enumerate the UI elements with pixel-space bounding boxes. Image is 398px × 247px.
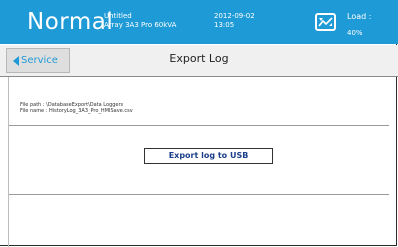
date-time: 2012-09-02 13:05 [214, 12, 255, 30]
page-title: Export Log [169, 52, 229, 65]
device-name: Untitled [104, 12, 132, 20]
content-divider-top [9, 125, 389, 126]
device-info: Untitled Array 3A3 Pro 60kVA [104, 12, 176, 30]
operating-mode: Normal [27, 9, 114, 35]
file-info: File path : \DatabaseExport\Data Loggers… [20, 102, 133, 114]
status-header: Normal Untitled Array 3A3 Pro 60kVA 2012… [0, 0, 398, 44]
date-text: 2012-09-02 [214, 12, 255, 20]
device-model: Array 3A3 Pro 60kVA [104, 21, 177, 29]
content-divider-bottom [9, 194, 389, 195]
load-value: 40% [347, 29, 363, 37]
load-indicator: Load : 40% [347, 12, 371, 38]
load-gauge-icon [315, 13, 336, 31]
time-text: 13:05 [214, 21, 235, 29]
content-left-border [8, 77, 9, 247]
export-log-usb-button[interactable]: Export log to USB [144, 148, 273, 164]
nav-bar: Service Export Log [0, 45, 398, 77]
load-label: Load : [347, 12, 372, 21]
file-name-text: File name : HistoryLog_3A3_Pro_HMISave.c… [20, 108, 133, 114]
